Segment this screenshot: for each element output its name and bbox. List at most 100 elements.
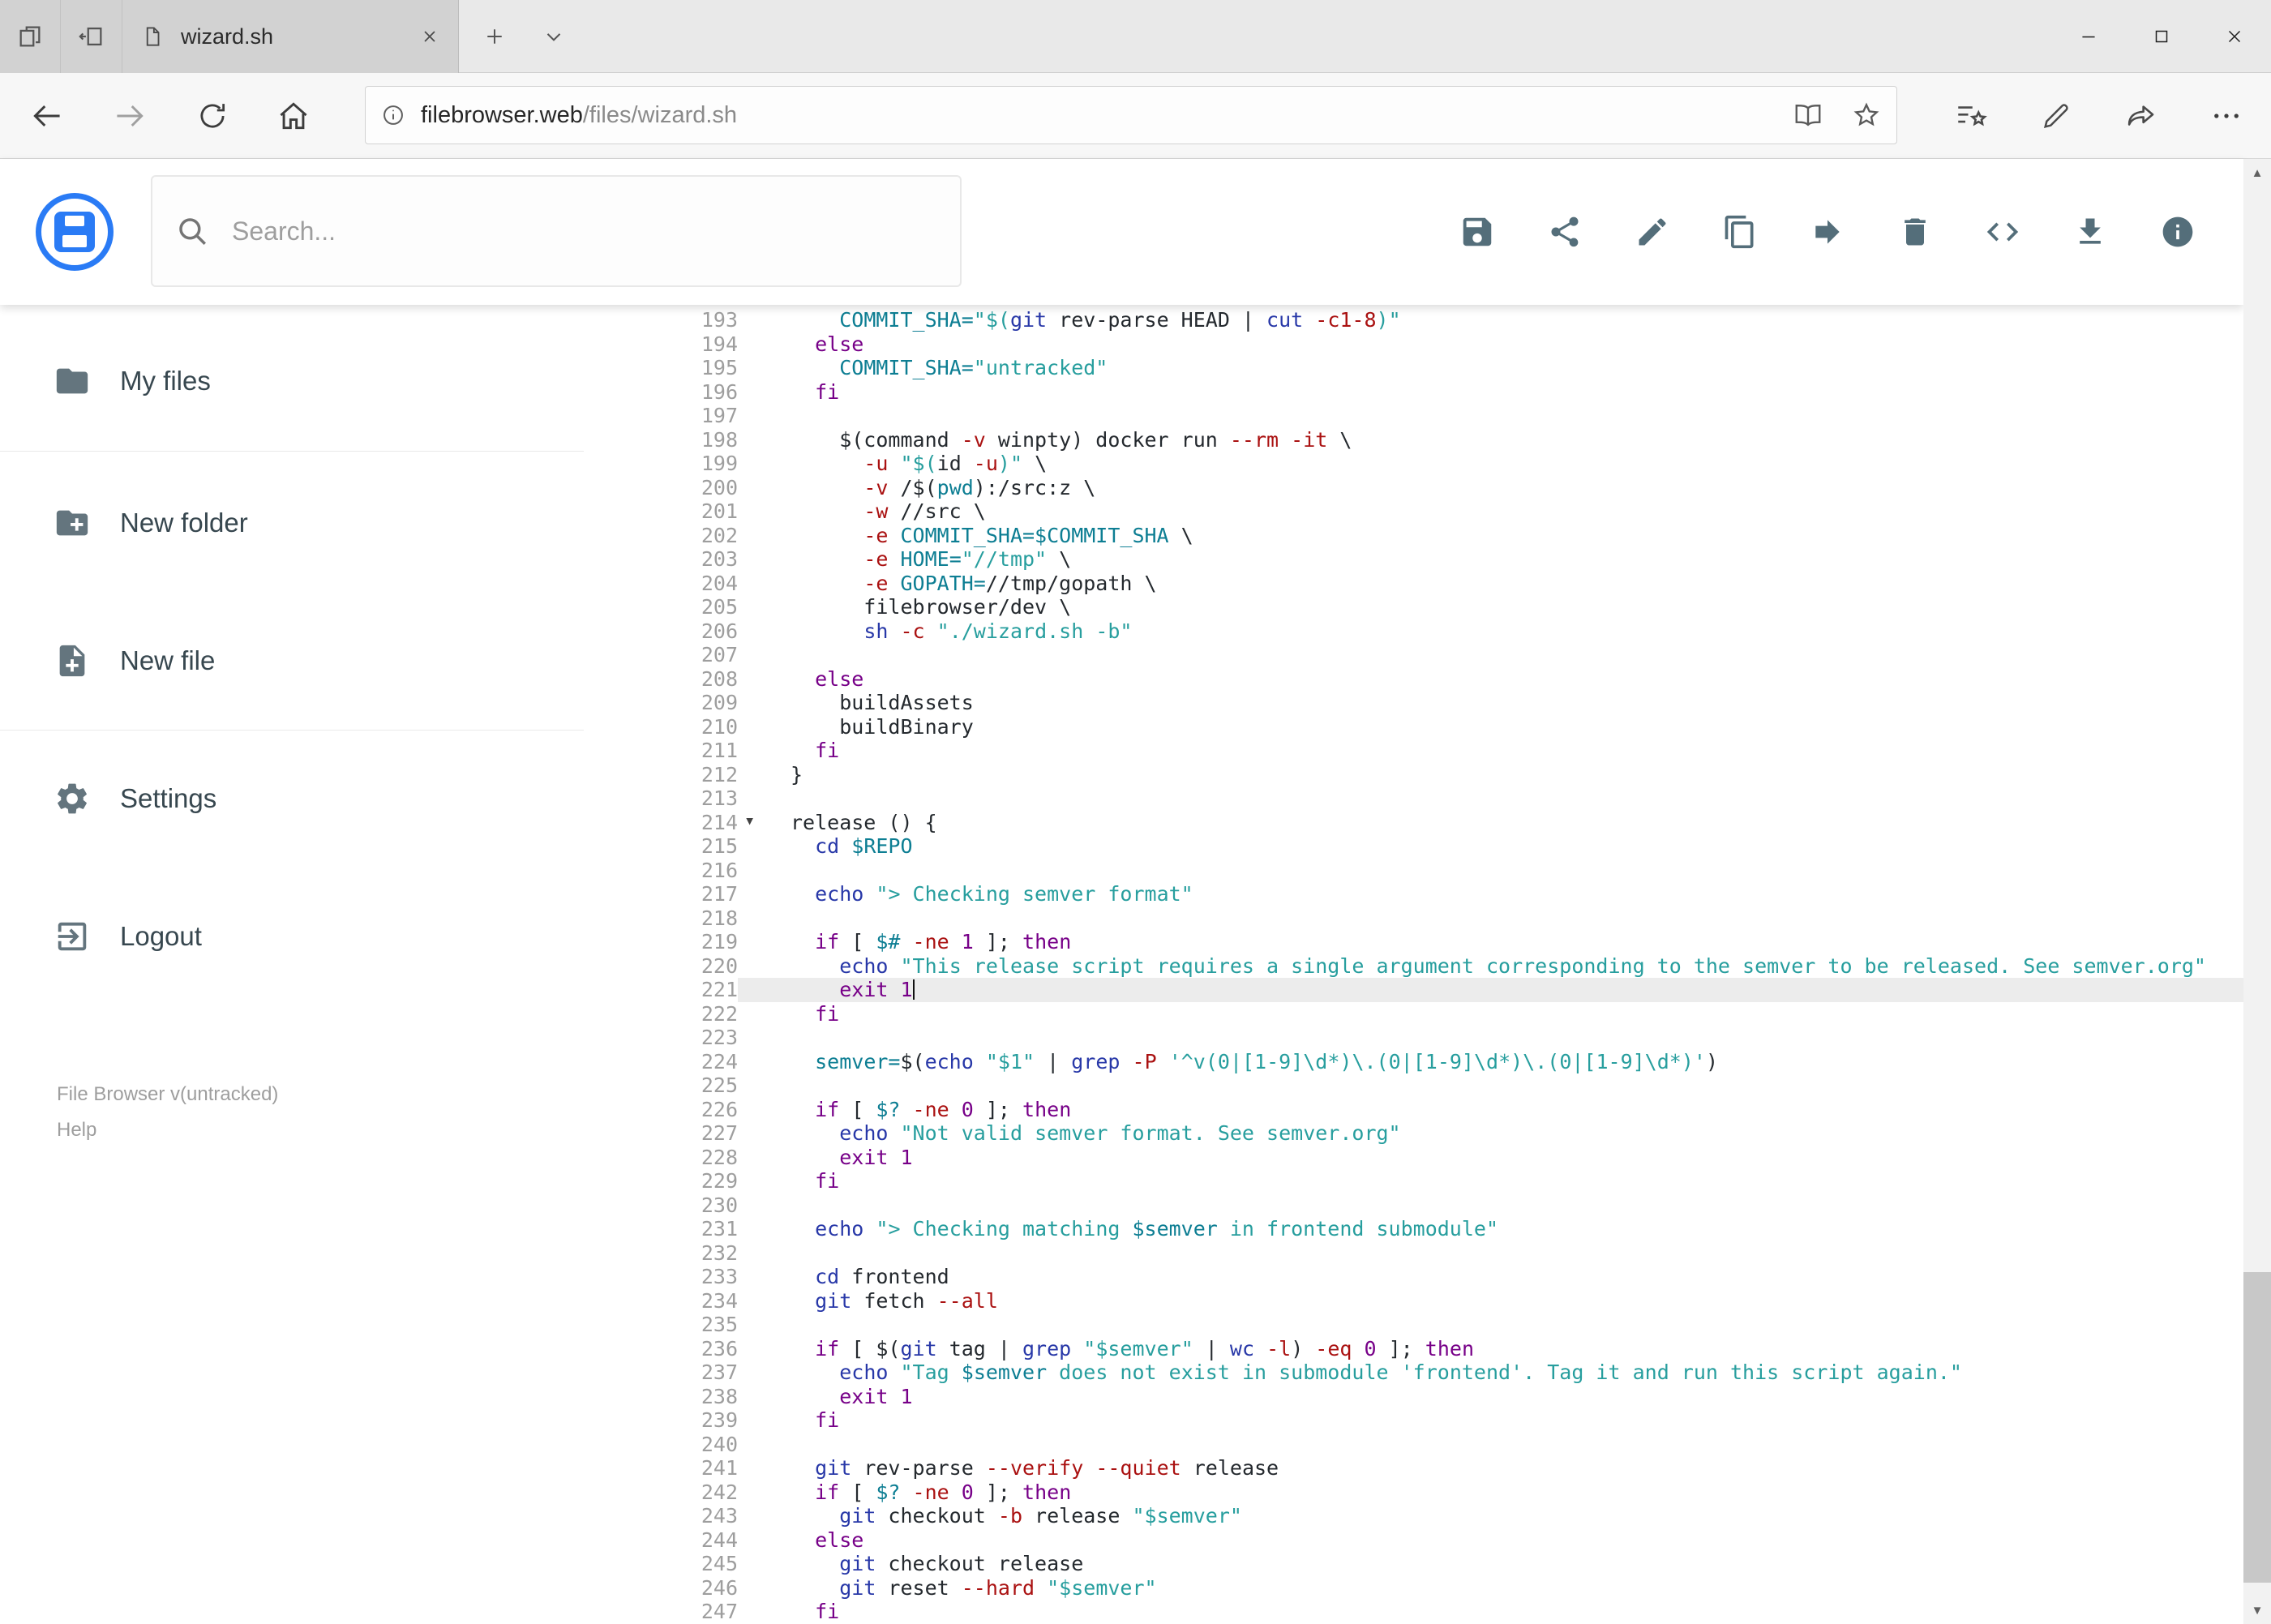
code-line[interactable]: 209 buildAssets [624, 691, 2243, 715]
code-line[interactable]: 244 else [624, 1528, 2243, 1553]
copy-button[interactable] [1721, 213, 1759, 251]
forward-button[interactable] [92, 73, 167, 158]
code-line[interactable]: 226 if [ $? -ne 0 ]; then [624, 1098, 2243, 1122]
window-minimize-button[interactable] [2052, 0, 2125, 73]
save-button[interactable] [1459, 213, 1496, 251]
code-line[interactable]: 216 [624, 859, 2243, 883]
web-note-button[interactable] [2019, 73, 2093, 158]
code-line[interactable]: 217 echo "> Checking semver format" [624, 882, 2243, 906]
move-button[interactable] [1809, 213, 1846, 251]
code-line[interactable]: 196 fi [624, 380, 2243, 405]
code-line[interactable]: 227 echo "Not valid semver format. See s… [624, 1121, 2243, 1146]
code-line[interactable]: 205 filebrowser/dev \ [624, 595, 2243, 619]
raw-code-button[interactable] [1984, 213, 2021, 251]
code-line[interactable]: 210 buildBinary [624, 715, 2243, 739]
search-bar[interactable] [151, 175, 962, 287]
code-line[interactable]: 228 exit 1 [624, 1146, 2243, 1170]
code-line[interactable]: 208 else [624, 667, 2243, 692]
code-line[interactable]: 207 [624, 643, 2243, 667]
new-tab-button[interactable] [466, 0, 523, 73]
code-line[interactable]: 229 fi [624, 1169, 2243, 1193]
address-bar[interactable]: filebrowser.web/files/wizard.sh [365, 86, 1897, 144]
reading-view-button[interactable] [1793, 100, 1823, 131]
window-close-button[interactable] [2198, 0, 2271, 73]
code-line[interactable]: 220 echo "This release script requires a… [624, 954, 2243, 979]
code-line[interactable]: 232 [624, 1241, 2243, 1266]
tab-list-chevron-button[interactable] [525, 0, 582, 73]
code-line[interactable]: 204 -e GOPATH=//tmp/gopath \ [624, 572, 2243, 596]
browser-tab[interactable]: wizard.sh [122, 0, 459, 73]
code-line[interactable]: 237 echo "Tag $semver does not exist in … [624, 1360, 2243, 1385]
code-line[interactable]: 218 [624, 906, 2243, 931]
code-line[interactable]: 241 git rev-parse --verify --quiet relea… [624, 1456, 2243, 1480]
sidebar-item-new-file[interactable]: New file [0, 622, 584, 700]
page-scrollbar[interactable]: ▲ ▼ [2243, 159, 2271, 1624]
code-line[interactable]: 230 [624, 1193, 2243, 1218]
refresh-button[interactable] [175, 73, 250, 158]
share-button[interactable] [2104, 73, 2179, 158]
code-line[interactable]: 246 git reset --hard "$semver" [624, 1576, 2243, 1600]
code-line[interactable]: 211 fi [624, 739, 2243, 763]
code-line[interactable]: 215 cd $REPO [624, 834, 2243, 859]
code-line[interactable]: 198 $(command -v winpty) docker run --rm… [624, 428, 2243, 452]
code-line[interactable]: 235 [624, 1313, 2243, 1337]
code-line[interactable]: 231 echo "> Checking matching $semver in… [624, 1217, 2243, 1241]
info-button[interactable] [2159, 213, 2196, 251]
code-line[interactable]: 200 -v /$(pwd):/src:z \ [624, 476, 2243, 500]
code-line[interactable]: 195 COMMIT_SHA="untracked" [624, 356, 2243, 380]
code-line[interactable]: 247 fi [624, 1600, 2243, 1624]
scrollbar-thumb[interactable] [2243, 1272, 2271, 1583]
scroll-up-button[interactable]: ▲ [2243, 159, 2271, 186]
window-maximize-button[interactable] [2125, 0, 2198, 73]
code-line[interactable]: 245 git checkout release [624, 1552, 2243, 1576]
code-line[interactable]: 224 semver=$(echo "$1" | grep -P '^v(0|[… [624, 1050, 2243, 1074]
sidebar-item-my-files[interactable]: My files [0, 342, 584, 420]
code-line[interactable]: 201 -w //src \ [624, 499, 2243, 524]
tab-close-icon[interactable] [419, 26, 440, 47]
code-line[interactable]: 233 cd frontend [624, 1265, 2243, 1289]
more-options-button[interactable] [2189, 73, 2264, 158]
code-line[interactable]: 223 [624, 1026, 2243, 1050]
code-line[interactable]: 214 ▾ release () { [624, 811, 2243, 835]
download-button[interactable] [2072, 213, 2109, 251]
rename-button[interactable] [1634, 213, 1671, 251]
favorite-star-button[interactable] [1851, 100, 1882, 131]
code-line[interactable]: 234 git fetch --all [624, 1289, 2243, 1313]
code-line[interactable]: 199 -u "$(id -u)" \ [624, 452, 2243, 476]
code-line[interactable]: 219 if [ $# -ne 1 ]; then [624, 930, 2243, 954]
set-tabs-aside-button[interactable] [62, 0, 121, 73]
code-line[interactable]: 240 [624, 1433, 2243, 1457]
tab-preview-button[interactable] [0, 0, 61, 73]
code-line[interactable]: 203 -e HOME="//tmp" \ [624, 547, 2243, 572]
home-button[interactable] [256, 73, 331, 158]
code-line[interactable]: 236 if [ $(git tag | grep "$semver" | wc… [624, 1337, 2243, 1361]
code-line[interactable]: 193 COMMIT_SHA="$(git rev-parse HEAD | c… [624, 308, 2243, 332]
code-line[interactable]: 239 fi [624, 1408, 2243, 1433]
fold-arrow-icon[interactable]: ▾ [744, 809, 755, 833]
code-line[interactable]: 243 git checkout -b release "$semver" [624, 1504, 2243, 1528]
scroll-down-button[interactable]: ▼ [2243, 1596, 2271, 1624]
code-line[interactable]: 212} [624, 763, 2243, 787]
code-line[interactable]: 213 [624, 786, 2243, 811]
code-line[interactable]: 206 sh -c "./wizard.sh -b" [624, 619, 2243, 644]
code-line[interactable]: 202 -e COMMIT_SHA=$COMMIT_SHA \ [624, 524, 2243, 548]
code-line[interactable]: 194 else [624, 332, 2243, 357]
filebrowser-logo[interactable] [36, 193, 114, 271]
code-line[interactable]: 238 exit 1 [624, 1385, 2243, 1409]
sidebar-item-settings[interactable]: Settings [0, 760, 584, 838]
code-line[interactable]: 221 exit 1 [624, 978, 2243, 1002]
code-line[interactable]: 225 [624, 1073, 2243, 1098]
site-info-icon[interactable] [380, 102, 406, 128]
share-file-button[interactable] [1546, 213, 1583, 251]
code-line[interactable]: 197 [624, 404, 2243, 428]
back-button[interactable] [10, 73, 84, 158]
help-link[interactable]: Help [57, 1112, 278, 1148]
code-line[interactable]: 242 if [ $? -ne 0 ]; then [624, 1480, 2243, 1505]
delete-button[interactable] [1896, 213, 1934, 251]
sidebar-item-new-folder[interactable]: New folder [0, 484, 584, 562]
hub-favorites-button[interactable] [1934, 73, 2008, 158]
code-line[interactable]: 222 fi [624, 1002, 2243, 1026]
search-input[interactable] [230, 215, 937, 247]
sidebar-item-logout[interactable]: Logout [0, 898, 584, 975]
code-editor[interactable]: 193 COMMIT_SHA="$(git rev-parse HEAD | c… [624, 308, 2243, 1624]
